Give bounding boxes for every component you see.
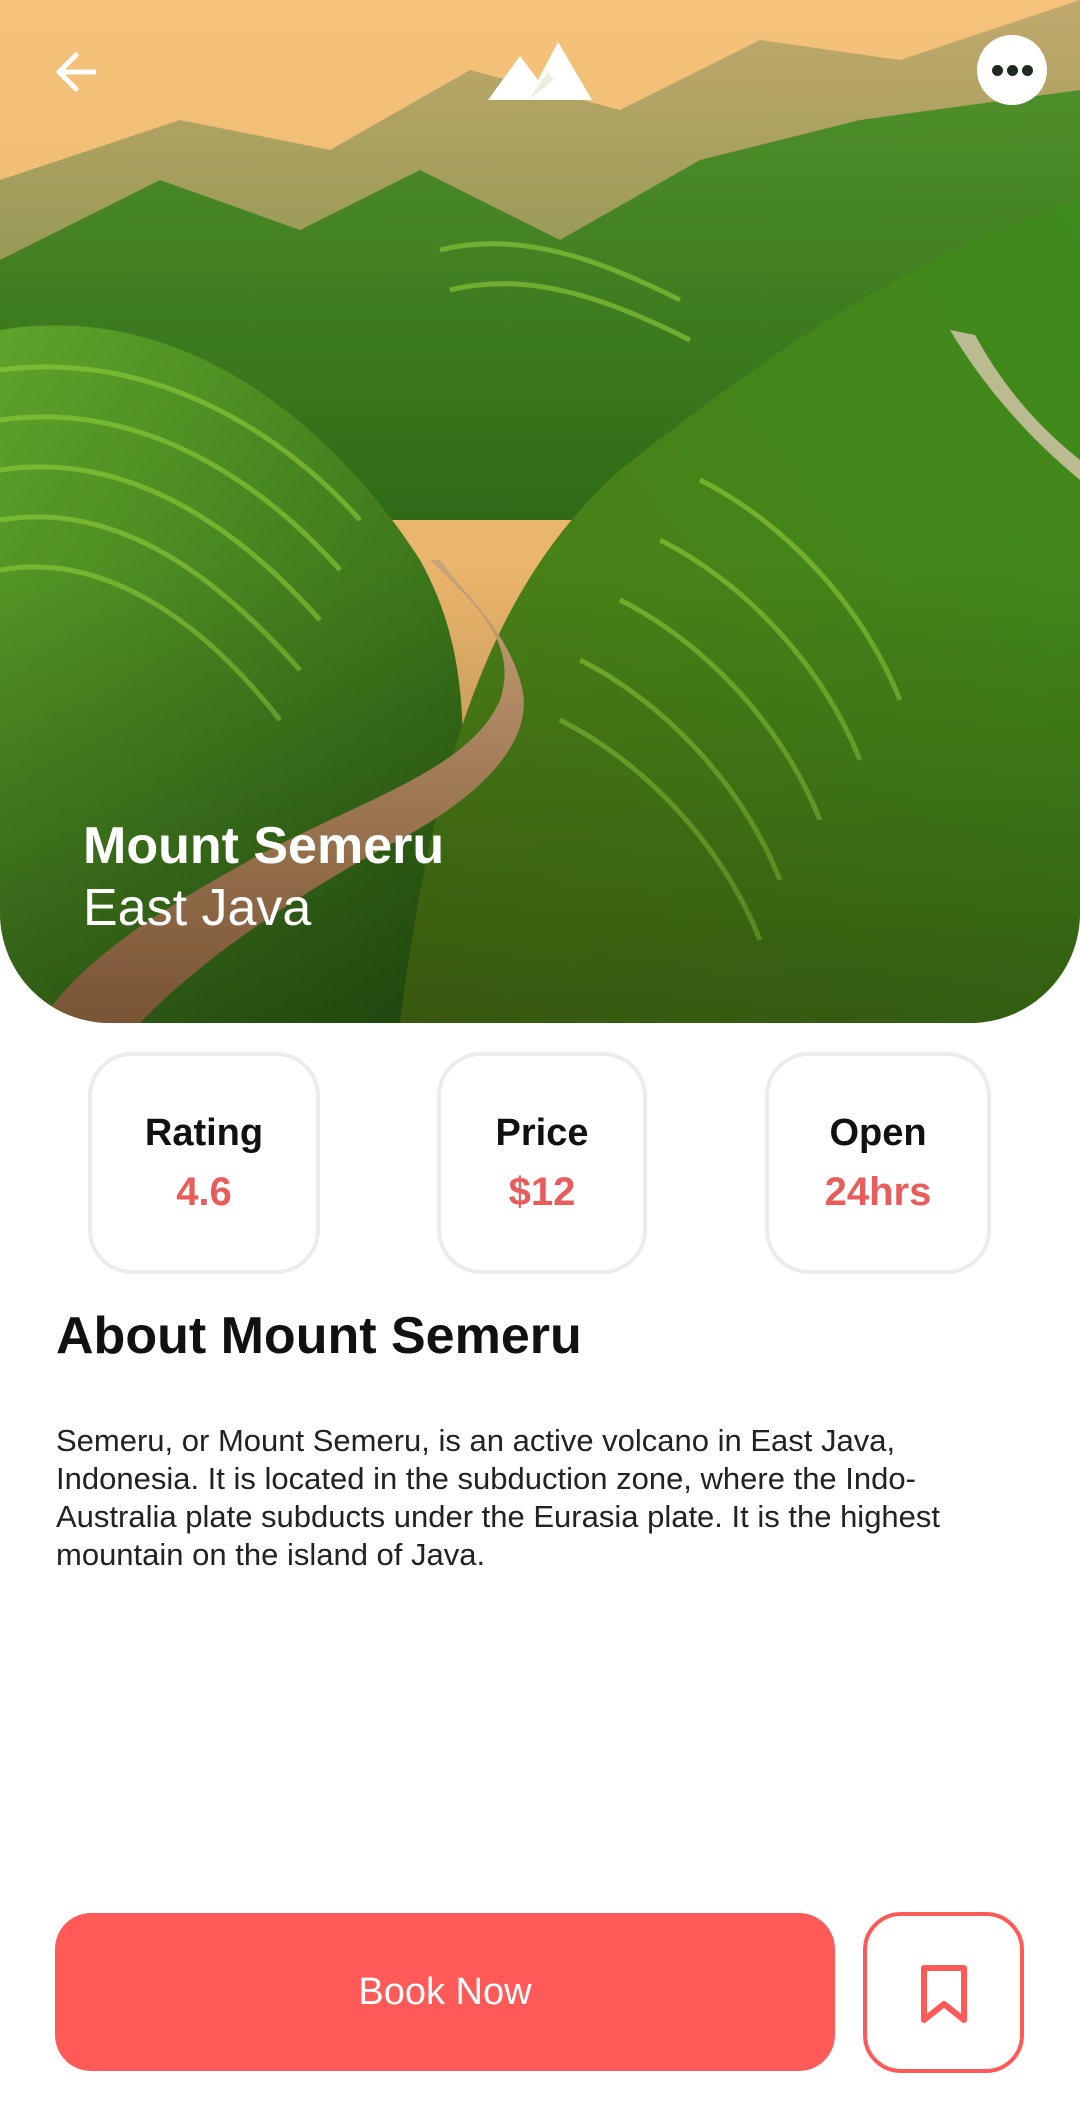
stat-value: 24hrs [824,1170,932,1214]
place-region: East Java [83,879,312,937]
about-description: Semeru, or Mount Semeru, is an active vo… [56,1423,941,1572]
stat-value: $12 [508,1170,576,1214]
stat-label: Price [495,1112,589,1154]
stat-label: Open [829,1112,927,1154]
arrow-left-icon [56,52,97,92]
app-logo [488,42,592,102]
book-now-button[interactable]: Book Now [55,1913,835,2071]
stat-card-rating: Rating 4.6 [88,1052,320,1274]
stat-card-price: Price $12 [437,1052,647,1274]
bookmark-button[interactable] [863,1912,1024,2073]
stat-label: Rating [144,1112,264,1154]
about-heading: About Mount Semeru [56,1307,582,1365]
mountain-logo-icon [488,42,592,100]
hero-image: Mount Semeru East Java [0,0,1080,1023]
more-options-button[interactable] [977,35,1047,105]
more-horizontal-icon [992,65,1003,76]
place-title: Mount Semeru [83,817,445,875]
stat-card-open: Open 24hrs [765,1052,991,1274]
stat-value: 4.6 [176,1170,232,1214]
back-button[interactable] [50,44,106,100]
bookmark-icon [921,1965,967,2023]
